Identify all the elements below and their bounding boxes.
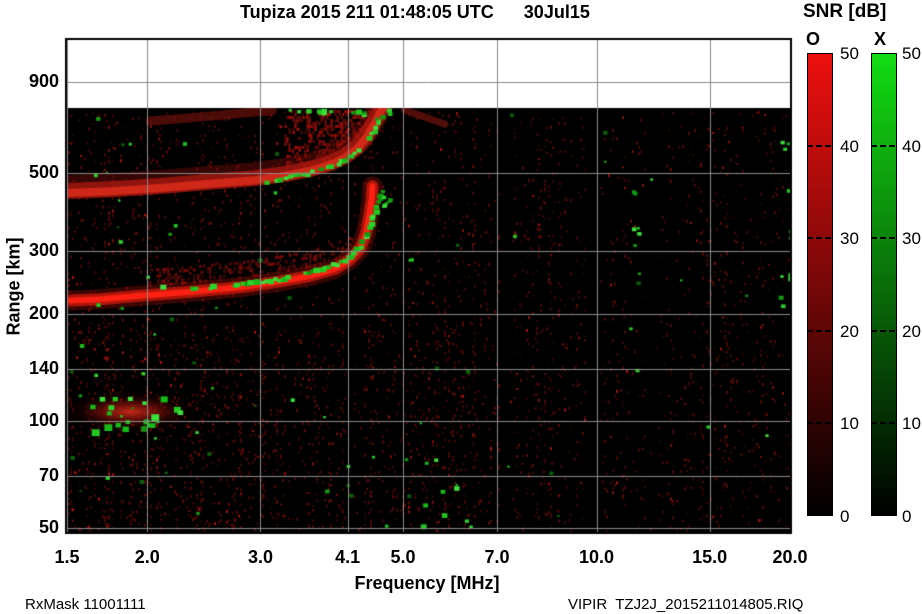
y-tick-label: 500	[28, 161, 59, 182]
x-tick-label: 2.0	[134, 547, 160, 567]
y-tick-label: 900	[28, 71, 59, 91]
colorbar-x-tick-dash	[871, 237, 895, 240]
x-tick-label: 7.0	[484, 547, 510, 567]
x-axis-title: Frequency [MHz]	[354, 573, 500, 593]
colorbar-o-tick-dash	[807, 237, 831, 240]
colorbar-x-tick-label: 40	[902, 136, 921, 156]
colorbar-o-tick-label: 50	[840, 44, 859, 63]
colorbar-x-tick-label: 30	[902, 229, 921, 249]
colorbar-x-tick-label: 50	[902, 44, 921, 63]
x-tick-label: 15.0	[692, 547, 728, 567]
y-tick-label: 70	[38, 464, 59, 485]
y-tick-label: 140	[28, 357, 59, 378]
y-tick-label: 100	[28, 409, 59, 430]
y-tick-label: 300	[28, 240, 59, 261]
colorbar-o-tick-label: 0	[840, 507, 850, 526]
y-tick-label: 200	[28, 302, 59, 323]
x-tick-label: 10.0	[578, 547, 615, 567]
colorbar-x-tick-label: 10	[902, 414, 921, 434]
colorbar-x-tick-label: 20	[902, 321, 921, 341]
colorbar-x-tick-dash	[871, 422, 895, 425]
x-tick-label: 1.5	[54, 547, 80, 567]
colorbar-x-gradient	[871, 53, 897, 516]
colorbar-x-tick-dash	[871, 329, 895, 332]
x-tick-label: 4.1	[335, 547, 361, 567]
rx-mask-label: RxMask 11001111	[25, 596, 146, 613]
colorbar-title: SNR [dB]	[803, 1, 887, 22]
colorbar-o-tick-label: 20	[840, 321, 859, 341]
x-tick-label: 5.0	[390, 547, 416, 567]
x-tick-label: 20.0	[772, 547, 808, 567]
colorbar-o-tick-dash	[807, 329, 831, 332]
colorbar-o-tick-label: 30	[840, 229, 859, 249]
file-id-label: VIPIR TZJ2J_2015211014805.RIQ	[568, 596, 804, 613]
colorbar-x-tick-label: 0	[902, 507, 912, 526]
colorbar-o-tick-label: 40	[840, 136, 859, 156]
colorbar-o-tick-label: 10	[840, 414, 859, 434]
colorbar-o-tick-dash	[807, 144, 831, 147]
colorbar-x-tick-dash	[871, 144, 895, 147]
plot-title: Tupiza 2015 211 01:48:05 UTC 30Jul15	[240, 2, 590, 22]
x-tick-label: 3.0	[247, 547, 273, 567]
colorbar-o-label: O	[806, 29, 821, 49]
colorbar-x-label: X	[874, 29, 887, 49]
colorbar-o-gradient	[807, 53, 833, 516]
colorbar-o-tick-dash	[807, 422, 831, 425]
ionogram-plot-canvas	[0, 0, 922, 614]
y-tick-label: 50	[38, 516, 59, 537]
ionogram-viewer: Tupiza 2015 211 01:48:05 UTC 30Jul15 Ran…	[0, 0, 922, 614]
